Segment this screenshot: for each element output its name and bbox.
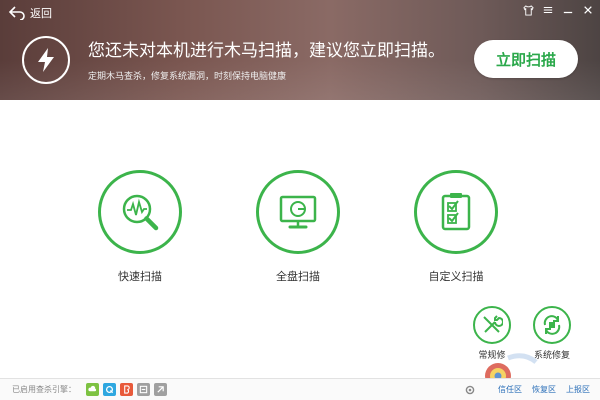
shirt-icon[interactable] [520, 2, 536, 18]
footer-bar: 已启用查杀引擎： 信任区 恢复区 上报区 [0, 378, 600, 400]
full-scan-circle[interactable] [256, 170, 340, 254]
full-scan-label: 全盘扫描 [276, 270, 320, 283]
system-repair-circle[interactable] [533, 306, 571, 344]
custom-scan-circle[interactable] [414, 170, 498, 254]
minimize-icon[interactable] [560, 2, 576, 18]
headline: 您还未对本机进行木马扫描，建议您立即扫描。 [88, 41, 445, 61]
magnifier-pulse-icon [122, 194, 159, 231]
lightning-icon [22, 36, 70, 84]
menu-icon[interactable] [540, 2, 556, 18]
subline: 定期木马查杀，修复系统漏洞，时刻保持电脑健康 [88, 72, 287, 82]
cloud-engine-icon[interactable] [86, 383, 99, 396]
engines-label: 已启用查杀引擎： [12, 385, 76, 394]
restore-zone-link[interactable]: 恢复区 [532, 384, 556, 395]
header-banner: 返回 您还未对本机进行木马扫描，建议您立即扫描。 定期木马查杀，修复系统漏洞，时… [0, 0, 600, 100]
gear-icon[interactable] [464, 384, 476, 396]
custom-scan-label: 自定义扫描 [428, 270, 484, 283]
report-zone-link[interactable]: 上报区 [566, 384, 590, 395]
avira-engine-icon[interactable] [137, 383, 150, 396]
quick-scan-option[interactable]: 快速扫描 [98, 170, 182, 284]
close-icon[interactable] [580, 2, 596, 18]
qvm-engine-icon[interactable] [103, 383, 116, 396]
checklist-icon [441, 193, 471, 231]
monitor-icon [279, 195, 317, 229]
general-repair-circle[interactable] [473, 306, 511, 344]
quick-scan-label: 快速扫描 [118, 270, 162, 283]
trust-zone-link[interactable]: 信任区 [498, 384, 522, 395]
quick-scan-circle[interactable] [98, 170, 182, 254]
back-arrow-icon [8, 6, 25, 20]
custom-scan-option[interactable]: 自定义扫描 [414, 170, 498, 284]
full-scan-option[interactable]: 全盘扫描 [256, 170, 340, 284]
scan-now-button[interactable]: 立即扫描 [474, 40, 578, 78]
bitdefender-engine-icon[interactable] [120, 383, 133, 396]
back-label: 返回 [30, 7, 52, 20]
wrench-screwdriver-icon [483, 315, 503, 333]
system-repair-icon [543, 315, 561, 335]
system-engine-icon[interactable] [154, 383, 167, 396]
window-controls [520, 2, 596, 18]
footer-links: 信任区 恢复区 上报区 [498, 384, 590, 395]
back-button[interactable]: 返回 [8, 4, 52, 22]
